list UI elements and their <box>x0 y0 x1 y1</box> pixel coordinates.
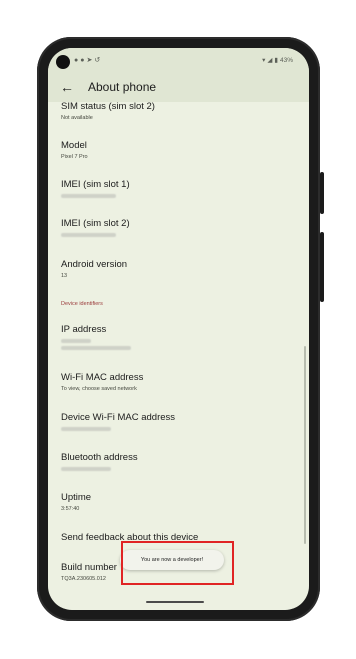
pref-android-version[interactable]: Android version 13 <box>61 259 297 280</box>
pref-device-wifi-mac[interactable]: Device Wi-Fi MAC address <box>61 412 297 431</box>
phone-screen: ●●➤↺ ▾◢▮43% ← About phone SIM status (si… <box>48 48 309 610</box>
redacted-value <box>61 339 91 343</box>
power-button <box>320 172 324 214</box>
notification-icons: ●●➤↺ <box>74 56 102 64</box>
redacted-value <box>61 427 111 431</box>
page-title: About phone <box>88 80 157 94</box>
status-right: ▾◢▮43% <box>262 56 293 64</box>
pref-title: Wi-Fi MAC address <box>61 372 144 383</box>
scrollbar[interactable] <box>304 346 306 544</box>
redacted-value <box>61 194 116 198</box>
pref-title: IMEI (sim slot 2) <box>61 218 130 229</box>
pref-sim-status[interactable]: SIM status (sim slot 2) Not available <box>61 101 297 122</box>
pref-imei2[interactable]: IMEI (sim slot 2) <box>61 218 297 237</box>
pref-title: Android version <box>61 259 128 270</box>
status-bar: ●●➤↺ ▾◢▮43% <box>48 48 309 74</box>
pref-imei1[interactable]: IMEI (sim slot 1) <box>61 179 297 198</box>
pref-summary: Pixel 7 Pro <box>61 154 88 160</box>
pref-ip-address[interactable]: IP address <box>61 324 297 350</box>
pref-title: Model <box>61 140 87 151</box>
pref-summary: To view, choose saved network <box>61 386 137 392</box>
arrow-back-icon[interactable]: ← <box>60 78 74 96</box>
pref-uptime[interactable]: Uptime 3:57:40 <box>61 492 297 513</box>
battery-percent: 43% <box>279 57 293 64</box>
front-camera <box>56 55 70 69</box>
pref-title: Uptime <box>61 492 92 503</box>
volume-button <box>320 232 324 302</box>
battery-icon: ▮ <box>274 57 279 64</box>
pref-model[interactable]: Model Pixel 7 Pro <box>61 140 297 161</box>
pref-title: Bluetooth address <box>61 452 138 463</box>
signal-icon: ◢ <box>267 57 274 64</box>
pref-title: Device Wi-Fi MAC address <box>61 412 176 423</box>
sync-icon: ↺ <box>94 57 103 64</box>
pref-wifi-mac[interactable]: Wi-Fi MAC address To view, choose saved … <box>61 372 297 393</box>
redacted-value <box>61 467 111 471</box>
redacted-value <box>61 346 131 350</box>
pref-bluetooth-address[interactable]: Bluetooth address <box>61 452 297 471</box>
pref-summary: 13 <box>61 273 68 279</box>
pref-summary: 3:57:40 <box>61 506 80 512</box>
pref-summary: Not available <box>61 115 93 121</box>
wifi-icon: ▾ <box>262 57 267 64</box>
app-bar: ← About phone <box>48 74 309 102</box>
redacted-value <box>61 233 116 237</box>
pref-title: IP address <box>61 324 107 335</box>
gesture-navigation-bar[interactable] <box>146 601 204 603</box>
category-device-identifiers: Device identifiers <box>61 301 103 307</box>
pref-title: IMEI (sim slot 1) <box>61 179 130 190</box>
pref-title: SIM status (sim slot 2) <box>61 101 155 112</box>
settings-list: SIM status (sim slot 2) Not available Mo… <box>48 101 309 610</box>
highlight-annotation <box>121 541 234 585</box>
